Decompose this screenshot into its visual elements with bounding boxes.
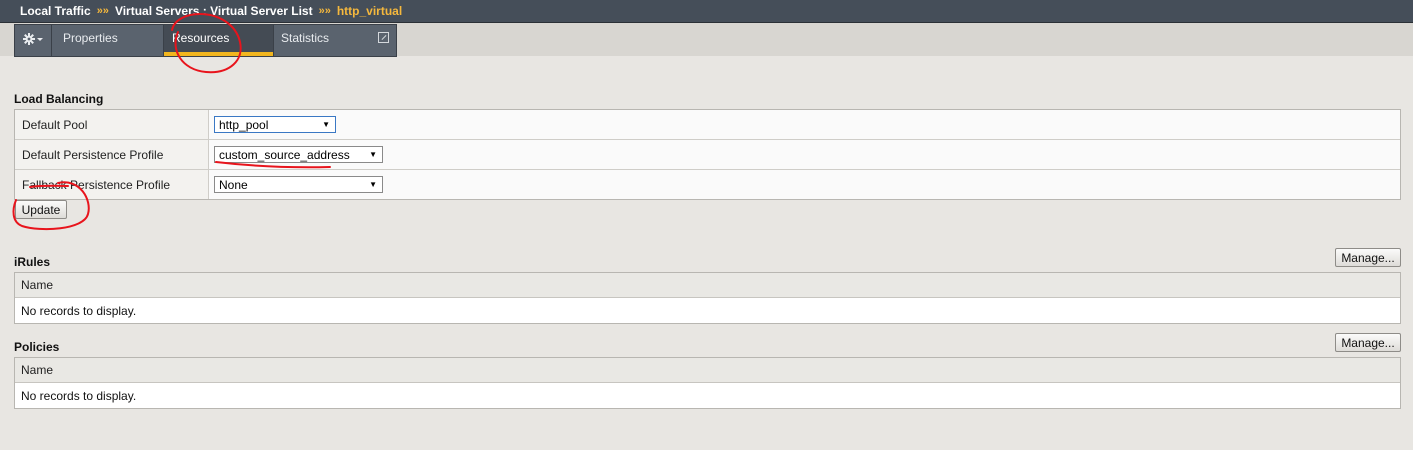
breadcrumb-local-traffic[interactable]: Local Traffic (20, 4, 91, 18)
breadcrumb: Local Traffic »» Virtual Servers : Virtu… (0, 0, 1413, 23)
table-row: Fallback Persistence Profile None ▼ (15, 170, 1400, 199)
chevron-down-icon (37, 38, 43, 41)
tab-strip: Properties Resources Statistics (14, 24, 397, 57)
load-balancing-title: Load Balancing (14, 92, 104, 106)
policies-table: Name No records to display. (14, 357, 1401, 409)
breadcrumb-separator: »» (318, 5, 331, 17)
policies-title: Policies (14, 340, 60, 354)
default-pool-select[interactable]: http_pool ▼ (214, 116, 336, 133)
irules-empty-message: No records to display. (15, 298, 1400, 323)
table-row: Default Pool http_pool ▼ (15, 110, 1400, 140)
breadcrumb-virtual-server-list[interactable]: Virtual Servers : Virtual Server List (115, 4, 313, 18)
default-persistence-profile-select[interactable]: custom_source_address ▼ (214, 146, 383, 163)
irules-manage-button[interactable]: Manage... (1335, 248, 1401, 267)
gear-icon (23, 33, 43, 45)
table-row: Default Persistence Profile custom_sourc… (15, 140, 1400, 170)
tab-statistics-label: Statistics (281, 31, 330, 45)
policies-manage-button[interactable]: Manage... (1335, 333, 1401, 352)
breadcrumb-current: http_virtual (336, 4, 403, 18)
tab-properties[interactable]: Properties (52, 25, 164, 56)
update-button[interactable]: Update (15, 200, 67, 219)
fallback-persistence-profile-label: Fallback Persistence Profile (15, 170, 209, 199)
external-link-icon (378, 32, 389, 43)
tab-resources[interactable]: Resources (164, 25, 274, 56)
default-persistence-profile-label: Default Persistence Profile (15, 140, 209, 169)
irules-table: Name No records to display. (14, 272, 1401, 324)
load-balancing-table: Default Pool http_pool ▼ Default Persist… (14, 109, 1401, 200)
breadcrumb-separator: »» (96, 5, 109, 17)
default-persistence-profile-value: custom_source_address (219, 147, 350, 162)
tab-statistics[interactable]: Statistics (274, 25, 396, 56)
default-pool-value: http_pool (219, 117, 269, 132)
policies-empty-message: No records to display. (15, 383, 1400, 408)
irules-title: iRules (14, 255, 51, 269)
dropdown-arrow-icon: ▼ (322, 120, 330, 129)
default-pool-label: Default Pool (15, 110, 209, 139)
dropdown-arrow-icon: ▼ (369, 150, 377, 159)
fallback-persistence-profile-value: None (219, 177, 248, 192)
dropdown-arrow-icon: ▼ (369, 180, 377, 189)
tab-settings-menu[interactable] (15, 25, 52, 56)
fallback-persistence-profile-select[interactable]: None ▼ (214, 176, 383, 193)
policies-name-column-header[interactable]: Name (15, 358, 1400, 383)
irules-name-column-header[interactable]: Name (15, 273, 1400, 298)
